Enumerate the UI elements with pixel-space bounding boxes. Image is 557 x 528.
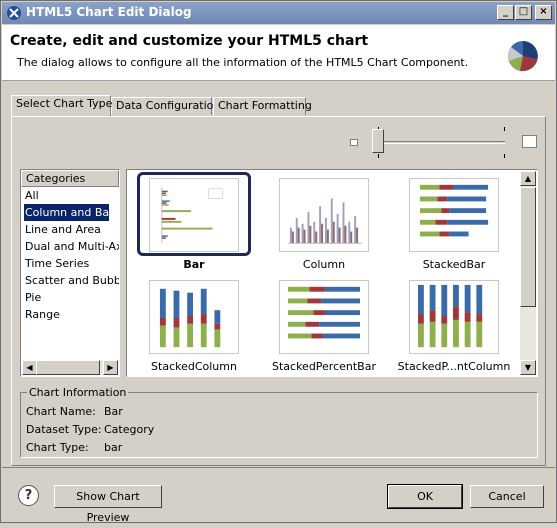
category-item-pie[interactable]: Pie (21, 289, 119, 306)
tab-select-chart-type[interactable]: Select Chart Type (11, 95, 112, 116)
footer-divider (2, 467, 555, 468)
chart-type-value: bar (104, 441, 123, 454)
dataset-type-label: Dataset Type: (26, 423, 102, 436)
bar-chart-preview (149, 178, 239, 252)
column-chart-preview (279, 178, 369, 252)
gallery-vertical-scrollbar[interactable]: ▲ ▼ (520, 171, 536, 375)
chart-thumb-stackedpercentbar[interactable] (267, 274, 381, 358)
categories-list[interactable]: Categories All Column and Bar Line and A… (20, 169, 120, 377)
category-item-scatter-and-bubble[interactable]: Scatter and Bubble (21, 272, 119, 289)
chart-name-value: Bar (104, 405, 123, 418)
chart-edit-dialog: HTML5 Chart Edit Dialog _ □ × Create, ed… (0, 0, 557, 524)
zoom-large-icon (522, 135, 537, 148)
minimize-button[interactable]: _ (497, 5, 514, 20)
close-button[interactable]: × (535, 5, 552, 20)
chart-thumb-stackedcolumn[interactable] (137, 274, 251, 358)
slider-tick (504, 127, 505, 131)
chart-thumb-column[interactable] (267, 172, 381, 256)
stackedbar-chart-preview (409, 178, 499, 252)
horizontal-scroll-thumb[interactable] (36, 360, 100, 375)
dialog-heading: Create, edit and customize your HTML5 ch… (10, 33, 369, 49)
category-item-dual-and-multi-axis[interactable]: Dual and Multi-Axis (21, 238, 119, 255)
chart-thumb-stackedpercentcolumn[interactable] (397, 274, 511, 358)
zoom-small-icon (350, 139, 358, 146)
cancel-button[interactable]: Cancel (470, 485, 544, 508)
maximize-button[interactable]: □ (515, 5, 532, 20)
chart-label-stackedbar: StackedBar (422, 258, 486, 271)
scroll-up-icon[interactable]: ▲ (520, 171, 536, 186)
app-icon (7, 6, 21, 20)
categories-header: Categories (21, 170, 119, 187)
category-item-time-series[interactable]: Time Series (21, 255, 119, 272)
ok-button[interactable]: OK (387, 484, 463, 509)
slider-tick (504, 154, 505, 158)
pie-chart-icon (508, 41, 538, 72)
chart-thumb-bar[interactable] (137, 172, 251, 256)
slider-tick (378, 154, 379, 158)
chart-name-label: Chart Name: (26, 405, 96, 418)
category-item-range[interactable]: Range (21, 306, 119, 323)
categories-horizontal-scrollbar[interactable]: ◀ ▶ (22, 360, 118, 375)
stackedpercentbar-chart-preview (279, 280, 369, 354)
scroll-left-icon[interactable]: ◀ (22, 360, 37, 375)
zoom-slider-track[interactable] (373, 141, 505, 144)
category-item-all[interactable]: All (21, 187, 119, 204)
chart-label-stackedpercentcolumn: StackedP...ntColumn (397, 360, 511, 373)
show-chart-preview-button[interactable]: Show Chart Preview (54, 485, 162, 524)
help-icon[interactable]: ? (18, 485, 39, 506)
category-item-column-and-bar[interactable]: Column and Bar (24, 204, 109, 221)
title-bar[interactable]: HTML5 Chart Edit Dialog _ □ × (2, 2, 555, 24)
zoom-slider-thumb[interactable] (372, 129, 384, 153)
dataset-type-value: Category (104, 423, 155, 436)
window-title: HTML5 Chart Edit Dialog (26, 5, 192, 19)
tab-data-configuration[interactable]: Data Configuration (111, 97, 220, 115)
chart-information-title: Chart Information (27, 386, 129, 399)
stackedcolumn-chart-preview (149, 280, 239, 354)
dialog-header: Create, edit and customize your HTML5 ch… (2, 25, 555, 81)
category-item-line-and-area[interactable]: Line and Area (21, 221, 119, 238)
vertical-scroll-thumb[interactable] (520, 187, 536, 307)
chart-type-label: Chart Type: (26, 441, 89, 454)
tab-chart-formatting[interactable]: Chart Formatting (213, 97, 312, 115)
chart-type-gallery: Bar Column StackedBar StackedColumn Stac… (126, 169, 538, 377)
chart-thumb-stackedbar[interactable] (397, 172, 511, 256)
stackedpercentcolumn-chart-preview (409, 280, 499, 354)
scroll-down-icon[interactable]: ▼ (520, 360, 536, 375)
dialog-description: The dialog allows to configure all the i… (17, 56, 469, 69)
